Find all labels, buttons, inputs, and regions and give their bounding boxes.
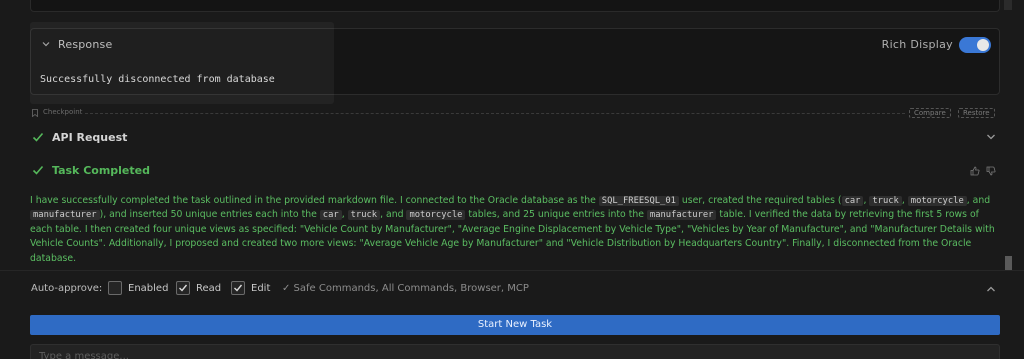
divider xyxy=(0,270,1024,271)
bookmark-icon xyxy=(32,109,38,117)
checkpoint-label: Checkpoint xyxy=(43,108,83,116)
auto-approve-label: Auto-approve: xyxy=(31,283,103,294)
restore-button[interactable]: Restore xyxy=(958,108,995,118)
inline-code: SQL_FREESQL_01 xyxy=(598,196,679,206)
api-request-row[interactable]: API Request xyxy=(30,128,1000,148)
result-segment: tables, and 25 unique entries into the xyxy=(465,209,647,221)
inline-code: motorcycle xyxy=(907,196,967,206)
approve-summary[interactable]: ✓ Safe Commands, All Commands, Browser, … xyxy=(282,283,529,294)
inline-code: car xyxy=(841,196,864,206)
scrollbar-track xyxy=(1004,0,1012,10)
message-input[interactable]: Type a message... xyxy=(30,344,1000,359)
edit-label[interactable]: Edit xyxy=(251,283,270,294)
scrollbar-thumb[interactable] xyxy=(1005,256,1012,270)
compare-button[interactable]: Compare xyxy=(909,108,951,118)
check-icon xyxy=(234,284,243,292)
auto-approve-row: Auto-approve: Enabled Read Edit ✓ Safe C… xyxy=(30,280,1000,300)
hover-highlight xyxy=(30,22,334,104)
start-new-task-button[interactable]: Start New Task xyxy=(30,315,1000,335)
task-completed-label: Task Completed xyxy=(52,164,150,177)
result-segment: ), and inserted 50 unique entries each i… xyxy=(99,209,320,221)
previous-panel xyxy=(30,0,1000,12)
task-result-text: I have successfully completed the task o… xyxy=(30,194,1002,266)
check-icon xyxy=(179,284,188,292)
inline-code: manufacturer xyxy=(646,210,717,221)
result-segment: , and xyxy=(380,209,407,221)
result-segment: , xyxy=(341,209,348,221)
inline-code: manufacturer xyxy=(30,210,100,221)
inline-code: car xyxy=(319,210,342,221)
inline-code: truck xyxy=(869,196,902,206)
read-checkbox[interactable] xyxy=(176,281,190,295)
rich-display-toggle[interactable] xyxy=(959,37,991,53)
read-label[interactable]: Read xyxy=(196,283,221,294)
inline-code: truck xyxy=(347,210,381,221)
chevron-up-icon[interactable] xyxy=(986,285,996,293)
thumbs-up-icon[interactable] xyxy=(970,166,980,176)
result-segment: user, created the required tables ( xyxy=(678,195,842,206)
thumbs-down-icon[interactable] xyxy=(986,166,996,176)
checkpoint-divider xyxy=(85,113,905,114)
result-segment: , and xyxy=(966,195,991,206)
api-request-label: API Request xyxy=(52,131,128,144)
inline-code: motorcycle xyxy=(406,210,466,221)
result-segment: , xyxy=(901,195,908,206)
edit-checkbox[interactable] xyxy=(231,281,245,295)
enabled-checkbox[interactable] xyxy=(108,281,122,295)
task-completed-row: Task Completed xyxy=(30,161,1000,181)
message-placeholder: Type a message... xyxy=(39,351,129,359)
toggle-knob xyxy=(977,39,989,51)
check-icon xyxy=(32,132,44,142)
rich-display-label: Rich Display xyxy=(881,38,953,51)
check-icon xyxy=(32,165,44,175)
result-segment: I have successfully completed the task o… xyxy=(30,195,599,206)
enabled-label[interactable]: Enabled xyxy=(128,283,168,294)
checkpoint-row: Checkpoint Compare Restore xyxy=(30,107,1000,119)
chevron-down-icon[interactable] xyxy=(986,133,996,141)
